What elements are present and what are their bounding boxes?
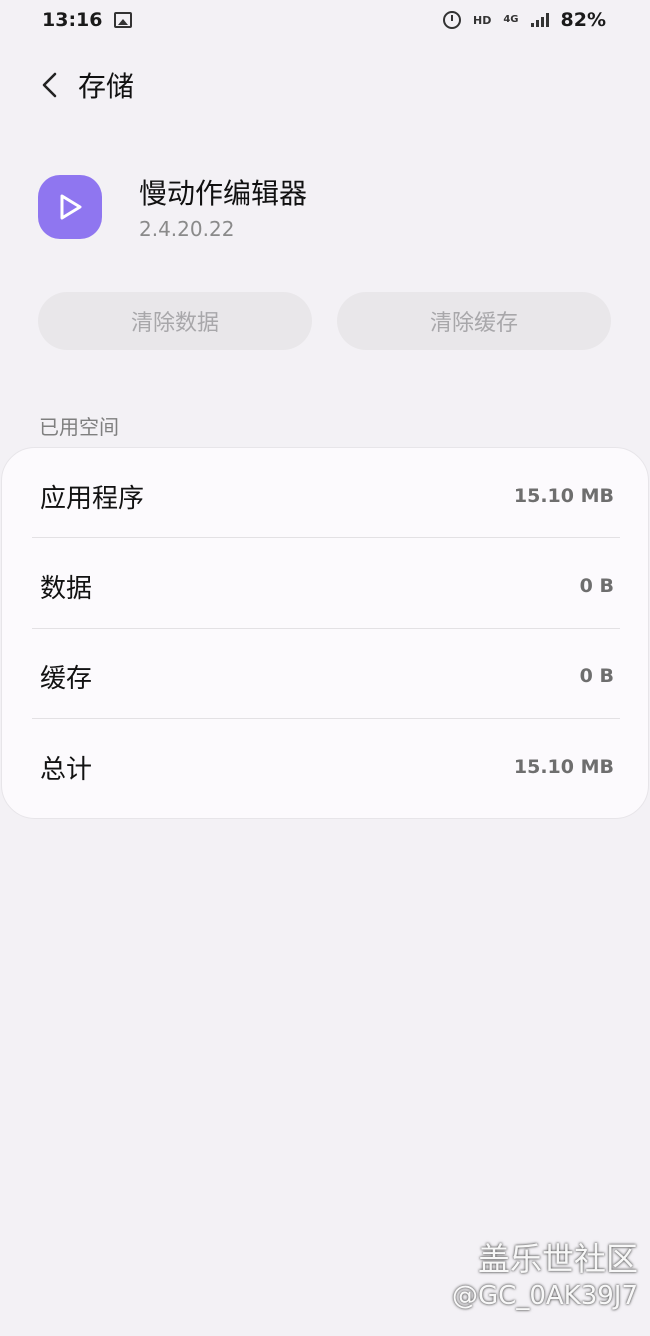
back-arrow-icon [42, 72, 57, 98]
back-button[interactable] [0, 60, 72, 110]
app-icon [38, 175, 102, 239]
storage-row-cache: 缓存 0 B [32, 631, 620, 721]
status-bar: 13:16 HD 4G 82% [0, 0, 650, 40]
used-space-header: 已用空间 [39, 415, 119, 439]
row-label: 应用程序 [40, 483, 145, 514]
signal-icon [530, 13, 549, 27]
row-value: 0 B [579, 665, 614, 687]
page-title: 存储 [78, 70, 135, 103]
row-label: 缓存 [40, 663, 93, 694]
storage-row-total: 总计 15.10 MB [32, 722, 620, 812]
row-value: 15.10 MB [513, 485, 614, 507]
clear-data-button[interactable]: 清除数据 [38, 292, 312, 350]
row-label: 总计 [40, 754, 93, 785]
network-indicator: 4G [503, 14, 519, 25]
gallery-icon [114, 12, 133, 28]
status-right: HD 4G 82% [443, 9, 606, 31]
divider [32, 718, 620, 719]
watermark-title: 盖乐世社区 [477, 1240, 638, 1278]
header: 存储 [0, 60, 650, 110]
storage-card: 应用程序 15.10 MB 数据 0 B 缓存 0 B 总计 15.10 MB [1, 447, 649, 819]
alarm-icon [443, 11, 461, 29]
status-left: 13:16 [42, 9, 133, 31]
clear-cache-button[interactable]: 清除缓存 [337, 292, 611, 350]
divider [32, 628, 620, 629]
status-time: 13:16 [42, 9, 103, 31]
row-value: 0 B [579, 575, 614, 597]
hd-indicator: HD [473, 13, 492, 27]
storage-row-app: 应用程序 15.10 MB [32, 451, 620, 541]
row-value: 15.10 MB [513, 756, 614, 778]
play-icon [60, 194, 82, 220]
storage-row-data: 数据 0 B [32, 541, 620, 631]
row-label: 数据 [40, 573, 93, 604]
divider [32, 537, 620, 538]
battery-level: 82% [560, 9, 606, 31]
app-version: 2.4.20.22 [139, 217, 235, 241]
watermark-user: @GC_0AK39J7 [452, 1281, 638, 1311]
app-name: 慢动作编辑器 [139, 177, 308, 210]
storage-screen: 13:16 HD 4G 82% 存储 慢动作编辑器 2.4.20.22 清除数据… [0, 0, 650, 1336]
